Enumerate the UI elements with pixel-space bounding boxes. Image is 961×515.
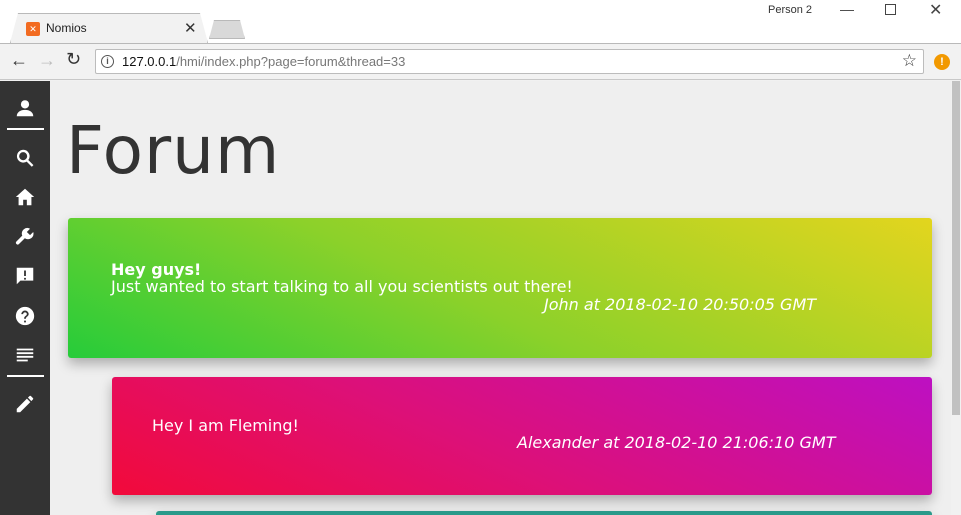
address-bar[interactable]: i 127.0.0.1/hmi/index.php?page=forum&thr… [95, 49, 924, 74]
search-icon [16, 149, 34, 167]
close-icon[interactable]: ✕ [184, 19, 197, 37]
sidebar-divider [7, 375, 44, 377]
url-path: /hmi/index.php?page=forum&thread=33 [176, 54, 406, 69]
help-icon [15, 306, 35, 326]
url-host: 127.0.0.1 [122, 54, 177, 69]
sidebar [0, 81, 50, 515]
sidebar-item-edit[interactable] [0, 389, 50, 419]
minimize-icon[interactable]: — [840, 1, 854, 17]
forum-post [156, 511, 932, 515]
forward-icon[interactable]: → [38, 50, 56, 71]
home-icon [15, 188, 35, 206]
xampp-icon: ✕ [26, 22, 40, 36]
sidebar-item-tools[interactable] [0, 222, 50, 252]
post-author-timestamp: John at 2018-02-10 20:50:05 GMT [544, 295, 817, 314]
sidebar-item-help[interactable] [0, 301, 50, 331]
scrollbar-thumb[interactable] [952, 81, 960, 415]
post-author-timestamp: Alexander at 2018-02-10 21:06:10 GMT [517, 433, 836, 452]
tab-title: Nomios [46, 21, 87, 35]
post-body: Just wanted to start talking to all you … [111, 277, 573, 296]
sidebar-item-profile[interactable] [0, 93, 50, 123]
browser-tab[interactable]: ✕ Nomios ✕ [10, 13, 208, 43]
profile-name[interactable]: Person 2 [768, 4, 812, 16]
sidebar-item-search[interactable] [0, 143, 50, 173]
bookmark-star-icon[interactable]: ☆ [902, 51, 917, 71]
info-icon[interactable]: i [101, 55, 114, 68]
browser-titlebar: ✕ Nomios ✕ Person 2 — ✕ [0, 0, 961, 43]
sidebar-divider [7, 128, 44, 130]
back-icon[interactable]: ← [10, 50, 28, 71]
forum-list-icon [16, 348, 34, 362]
maximize-icon[interactable] [885, 4, 896, 15]
browser-toolbar: ← → ↻ i 127.0.0.1/hmi/index.php?page=for… [0, 43, 961, 80]
sidebar-item-forum[interactable] [0, 340, 50, 370]
window-close-icon[interactable]: ✕ [929, 0, 942, 20]
wrench-icon [15, 228, 34, 245]
pencil-icon [16, 395, 34, 413]
url-text[interactable]: 127.0.0.1/hmi/index.php?page=forum&threa… [122, 54, 405, 69]
post-body: Hey I am Fleming! [152, 416, 299, 435]
page-title: Forum [66, 112, 281, 189]
moon-icon[interactable] [917, 99, 939, 121]
feedback-icon [16, 267, 34, 285]
reload-icon[interactable]: ↻ [66, 49, 81, 70]
new-tab-button[interactable] [209, 20, 245, 39]
sidebar-item-home[interactable] [0, 182, 50, 212]
update-alert-icon[interactable]: ! [934, 54, 950, 70]
forum-post: Hey guys! Just wanted to start talking t… [68, 218, 932, 358]
page-content: Forum Hey guys! Just wanted to start tal… [0, 81, 961, 515]
forum-post: Hey I am Fleming! Alexander at 2018-02-1… [112, 377, 932, 495]
sidebar-item-feedback[interactable] [0, 261, 50, 291]
user-icon [16, 100, 34, 117]
